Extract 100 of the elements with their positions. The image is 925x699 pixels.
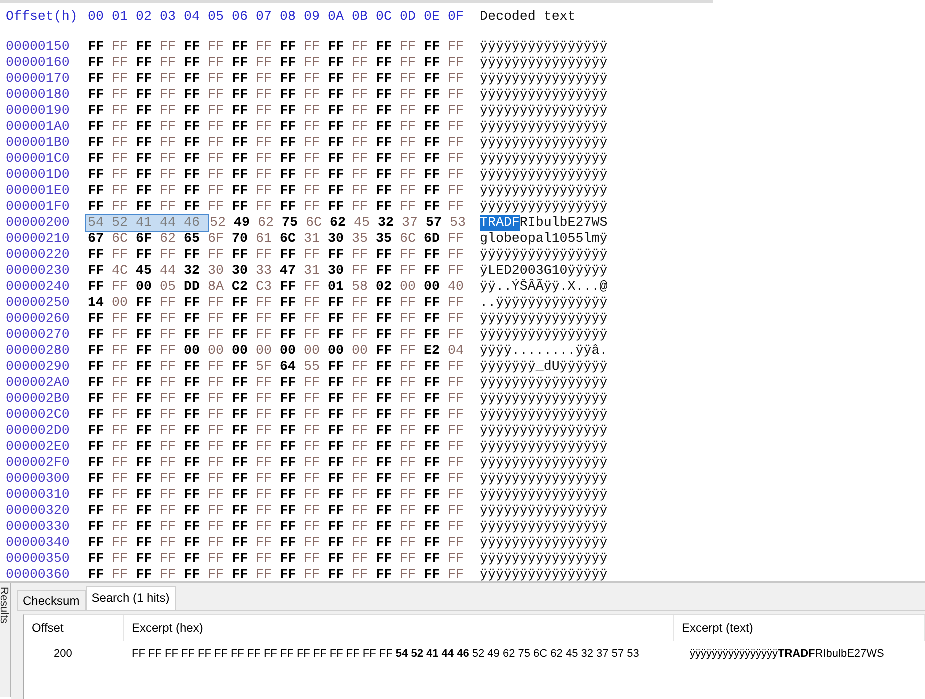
hex-byte[interactable]: FF [184,423,208,439]
hex-byte[interactable]: 14 [88,295,112,311]
hex-byte[interactable]: FF [304,279,328,295]
hex-byte[interactable]: 01 [328,279,352,295]
hex-byte[interactable]: FF [448,407,472,423]
hex-byte[interactable]: FF [400,263,424,279]
hex-byte[interactable]: 00 [352,343,376,359]
hex-byte[interactable]: FF [424,103,448,119]
hex-byte[interactable]: FF [232,103,256,119]
hex-byte[interactable]: 54 [88,215,112,231]
hex-byte[interactable]: FF [280,135,304,151]
hex-byte[interactable]: FF [256,151,280,167]
hex-byte[interactable]: FF [88,471,112,487]
hex-byte[interactable]: FF [328,39,352,55]
hex-byte[interactable]: FF [184,471,208,487]
hex-byte[interactable]: FF [232,199,256,215]
hex-byte[interactable]: FF [328,311,352,327]
hex-byte[interactable]: FF [280,71,304,87]
hex-byte[interactable]: FF [400,247,424,263]
hex-byte[interactable]: FF [208,119,232,135]
hex-byte[interactable]: FF [280,407,304,423]
hex-byte[interactable]: FF [160,327,184,343]
hex-byte[interactable]: 00 [112,295,136,311]
hex-byte[interactable]: E2 [424,343,448,359]
hex-byte[interactable]: FF [184,247,208,263]
hex-byte[interactable]: 00 [184,343,208,359]
hex-byte[interactable]: FF [256,375,280,391]
hex-byte[interactable]: FF [376,151,400,167]
hex-byte[interactable]: FF [208,567,232,581]
hex-byte[interactable]: FF [448,135,472,151]
hex-byte[interactable]: FF [304,103,328,119]
hex-byte[interactable]: FF [304,135,328,151]
hex-byte[interactable]: FF [424,71,448,87]
hex-byte[interactable]: FF [208,135,232,151]
hex-byte[interactable]: FF [280,103,304,119]
hex-byte[interactable]: FF [208,311,232,327]
hex-byte[interactable]: FF [256,567,280,581]
hex-byte[interactable]: FF [160,503,184,519]
hex-byte[interactable]: FF [184,455,208,471]
hex-byte[interactable]: 47 [280,263,304,279]
hex-byte[interactable]: 30 [208,263,232,279]
hex-byte[interactable]: FF [280,39,304,55]
hex-byte[interactable]: FF [88,375,112,391]
hex-byte[interactable]: FF [256,119,280,135]
hex-byte[interactable]: FF [160,55,184,71]
hex-byte[interactable]: FF [232,519,256,535]
hex-byte[interactable]: FF [376,295,400,311]
hex-byte[interactable]: FF [136,151,160,167]
hex-byte[interactable]: FF [112,183,136,199]
hex-byte[interactable]: FF [400,103,424,119]
hex-byte[interactable]: FF [448,311,472,327]
hex-byte[interactable]: FF [160,39,184,55]
hex-byte[interactable]: 35 [352,231,376,247]
hex-byte[interactable]: FF [184,327,208,343]
hex-byte[interactable]: FF [328,151,352,167]
hex-byte[interactable]: FF [232,535,256,551]
hex-byte[interactable]: FF [400,359,424,375]
hex-byte[interactable]: 31 [304,263,328,279]
hex-byte[interactable]: FF [232,295,256,311]
hex-byte[interactable]: FF [112,439,136,455]
hex-byte[interactable]: FF [424,167,448,183]
hex-byte[interactable]: FF [184,519,208,535]
hex-byte[interactable]: FF [112,487,136,503]
hex-byte[interactable]: FF [160,87,184,103]
hex-byte[interactable]: FF [88,135,112,151]
hex-byte[interactable]: FF [280,247,304,263]
hex-byte[interactable]: FF [352,263,376,279]
hex-byte[interactable]: FF [88,151,112,167]
hex-byte[interactable]: FF [160,551,184,567]
hex-byte[interactable]: FF [112,327,136,343]
hex-byte[interactable]: FF [280,487,304,503]
hex-byte[interactable]: FF [280,279,304,295]
hex-byte[interactable]: FF [280,519,304,535]
hex-byte[interactable]: FF [136,71,160,87]
hex-byte[interactable]: FF [424,391,448,407]
hex-byte[interactable]: FF [112,391,136,407]
hex-byte[interactable]: FF [112,407,136,423]
hex-byte[interactable]: FF [88,439,112,455]
hex-byte[interactable]: 46 [184,215,204,231]
hex-byte[interactable]: FF [208,183,232,199]
hex-byte[interactable]: FF [232,439,256,455]
hex-byte[interactable]: FF [280,311,304,327]
hex-byte[interactable]: FF [424,39,448,55]
hex-byte[interactable]: FF [328,471,352,487]
hex-byte[interactable]: FF [304,295,328,311]
hex-byte[interactable]: FF [376,167,400,183]
hex-byte[interactable]: FF [112,103,136,119]
hex-byte[interactable]: FF [376,327,400,343]
hex-byte[interactable]: FF [424,375,448,391]
hex-byte[interactable]: FF [208,55,232,71]
hex-byte[interactable]: FF [376,55,400,71]
hex-byte[interactable]: FF [376,455,400,471]
hex-byte[interactable]: FF [184,135,208,151]
hex-byte[interactable]: 65 [184,231,208,247]
hex-byte[interactable]: FF [184,359,208,375]
hex-byte[interactable]: FF [112,455,136,471]
hex-byte[interactable]: FF [88,55,112,71]
hex-byte[interactable]: FF [184,119,208,135]
hex-byte[interactable]: 33 [256,263,280,279]
hex-byte[interactable]: FF [256,407,280,423]
